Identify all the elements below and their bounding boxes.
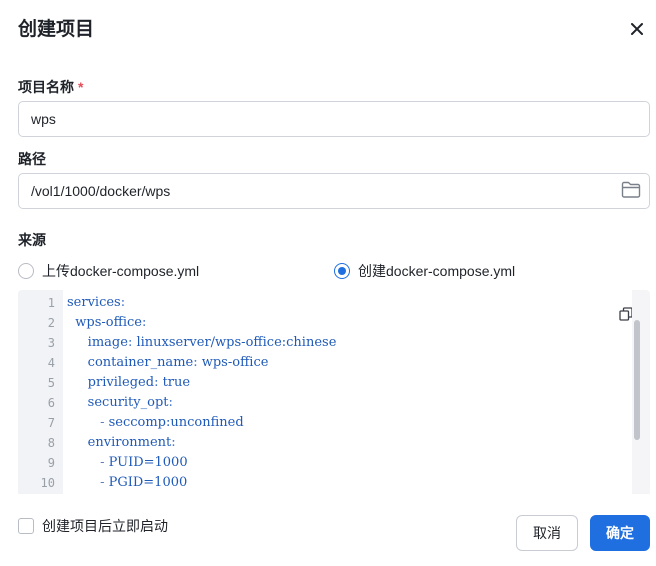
- source-option-create[interactable]: 创建docker-compose.yml: [334, 262, 515, 280]
- code-line: - PUID=1000: [100, 455, 188, 470]
- code-line: environment:: [87, 435, 176, 450]
- line-number: 8: [47, 436, 55, 450]
- code-line: - seccomp:unconfined: [100, 415, 244, 430]
- source-option-upload[interactable]: 上传docker-compose.yml: [18, 262, 199, 280]
- line-number-gutter: 1 2 3 4 5 6 7 8 9 10: [18, 290, 63, 494]
- code-line: image: linuxserver/wps-office:chinese: [87, 335, 337, 350]
- line-number: 1: [47, 296, 55, 310]
- line-number: 5: [47, 376, 55, 390]
- source-option-create-label: 创建docker-compose.yml: [358, 263, 516, 279]
- cancel-button[interactable]: 取消: [516, 515, 578, 551]
- line-number: 7: [47, 416, 55, 430]
- code-line: security_opt:: [87, 395, 173, 410]
- code-line: services:: [67, 295, 126, 310]
- create-project-dialog: 创建项目 项目名称 * wps 路径 /vol1/1000/docker/wps …: [0, 0, 656, 566]
- line-number: 6: [47, 396, 55, 410]
- project-name-value: wps: [31, 111, 56, 127]
- radio-create[interactable]: [334, 263, 350, 279]
- line-number: 3: [47, 336, 55, 350]
- folder-icon[interactable]: [621, 181, 641, 199]
- line-number: 9: [47, 456, 55, 470]
- autostart-option[interactable]: 创建项目后立即启动: [18, 517, 168, 535]
- project-name-label-text: 项目名称: [18, 79, 74, 95]
- required-mark: *: [78, 79, 84, 95]
- project-name-label: 项目名称 *: [18, 78, 83, 96]
- autostart-checkbox[interactable]: [18, 518, 34, 534]
- source-option-upload-label: 上传docker-compose.yml: [42, 263, 200, 279]
- dialog-title: 创建项目: [18, 19, 95, 40]
- close-icon[interactable]: [627, 19, 647, 39]
- code-line: privileged: true: [87, 375, 191, 390]
- project-name-input[interactable]: wps: [18, 101, 650, 137]
- path-input[interactable]: /vol1/1000/docker/wps: [18, 173, 650, 209]
- line-number: 10: [40, 476, 55, 490]
- code-line: - PGID=1000: [100, 475, 188, 490]
- confirm-button[interactable]: 确定: [590, 515, 650, 551]
- path-label: 路径: [18, 151, 46, 167]
- path-value: /vol1/1000/docker/wps: [31, 183, 171, 199]
- autostart-label: 创建项目后立即启动: [42, 518, 168, 534]
- line-number: 4: [47, 356, 55, 370]
- line-number: 2: [47, 316, 55, 330]
- radio-upload[interactable]: [18, 263, 34, 279]
- compose-code-editor[interactable]: 1 2 3 4 5 6 7 8 9 10 services: wps-offic…: [18, 290, 650, 494]
- source-label: 来源: [18, 232, 46, 248]
- code-line: wps-office:: [75, 315, 147, 330]
- editor-scrollbar-thumb[interactable]: [634, 320, 640, 440]
- code-line: container_name: wps-office: [87, 355, 269, 370]
